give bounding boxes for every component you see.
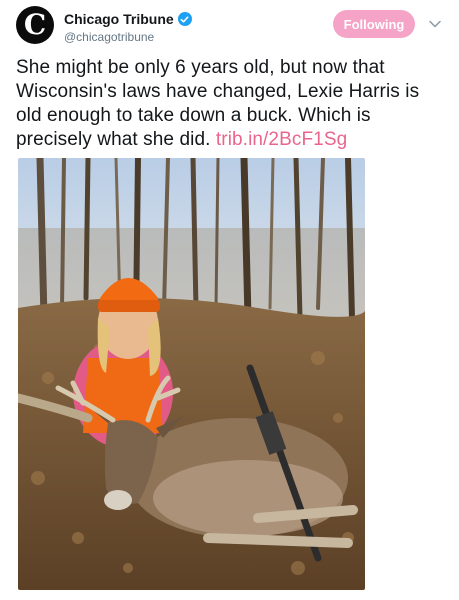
tweet-link[interactable]: trib.in/2BcF1Sg	[216, 129, 347, 150]
avatar-letter: C	[23, 8, 47, 41]
avatar[interactable]: C	[16, 6, 54, 44]
tweet-photo[interactable]	[18, 158, 365, 590]
account-handle[interactable]: @chicagotribune	[64, 30, 192, 44]
following-button[interactable]: Following	[333, 10, 415, 38]
tweet-text: She might be only 6 years old, but now t…	[16, 56, 436, 152]
name-row: Chicago Tribune	[64, 11, 192, 27]
tweet-header: C Chicago Tribune @chicagotribune Follow…	[16, 6, 449, 50]
tweet-card: C Chicago Tribune @chicagotribune Follow…	[0, 0, 459, 600]
chevron-down-icon[interactable]	[427, 16, 443, 32]
account-names: Chicago Tribune @chicagotribune	[64, 11, 192, 44]
verified-badge-icon	[177, 12, 192, 26]
display-name[interactable]: Chicago Tribune	[64, 11, 174, 27]
photo-illustration	[18, 158, 365, 590]
